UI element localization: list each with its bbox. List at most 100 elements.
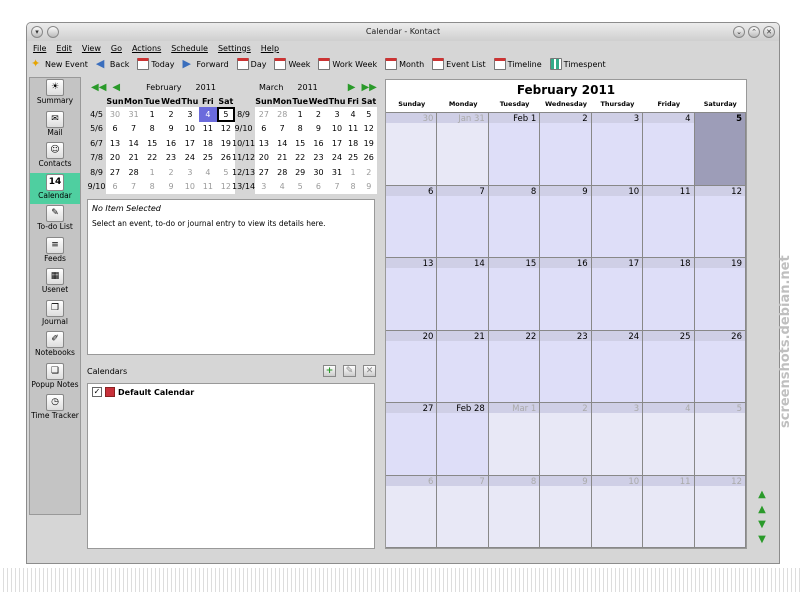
mini-day[interactable]: 20 — [106, 150, 124, 165]
week-number[interactable]: 8/9 — [87, 165, 106, 180]
sidebar-item-to-do-list[interactable]: ✎ To-do List — [30, 204, 80, 236]
month-day-cell[interactable]: 11 — [643, 185, 695, 258]
toolbar-back-button[interactable]: ◀ Back — [96, 58, 129, 70]
mini-day[interactable]: 7 — [124, 121, 144, 136]
mini-day[interactable]: 28 — [124, 165, 144, 180]
month-day-cell[interactable]: 10 — [591, 185, 644, 258]
mini-day[interactable]: 11 — [198, 121, 217, 136]
mini-day[interactable]: 23 — [308, 150, 329, 165]
menu-settings[interactable]: Settings — [218, 44, 251, 53]
menu-actions[interactable]: Actions — [132, 44, 161, 53]
week-number[interactable]: 6/7 — [87, 136, 106, 151]
month-day-cell[interactable]: 3 — [591, 403, 644, 476]
week-number[interactable]: 9/10 — [87, 180, 106, 195]
mini-day[interactable]: 13 — [255, 136, 273, 151]
mini-day[interactable]: 19 — [360, 136, 377, 151]
mini-day[interactable]: 5 — [291, 179, 309, 194]
month-day-cell[interactable]: 19 — [694, 258, 746, 331]
month-day-cell[interactable]: 6 — [386, 185, 438, 258]
mini-day[interactable]: 6 — [106, 121, 124, 136]
mini-day[interactable]: 28 — [272, 107, 292, 122]
mini-day[interactable]: 8 — [345, 179, 361, 194]
week-number[interactable]: 8/9 — [232, 107, 255, 122]
mini-day[interactable]: 17 — [180, 136, 199, 151]
mini-day[interactable]: 11 — [345, 121, 361, 136]
month-day-cell[interactable]: 7 — [437, 185, 489, 258]
mini-day[interactable]: 18 — [345, 136, 361, 151]
mini-day[interactable]: 1 — [143, 107, 162, 122]
month-day-cell[interactable]: 24 — [591, 330, 644, 403]
menu-view[interactable]: View — [82, 44, 101, 53]
mini-day[interactable]: 3 — [180, 165, 199, 180]
mini-day[interactable]: 2 — [360, 165, 377, 180]
mini-day[interactable]: 3 — [255, 179, 273, 194]
mini-day[interactable]: 6 — [308, 179, 329, 194]
mini-day[interactable]: 30 — [106, 107, 124, 122]
mini-day[interactable]: 27 — [255, 107, 273, 122]
mini-day[interactable]: 4 — [272, 179, 292, 194]
close-icon[interactable]: ✕ — [763, 26, 775, 38]
menu-help[interactable]: Help — [261, 44, 279, 53]
sidebar-item-notebooks[interactable]: ✐ Notebooks — [30, 330, 80, 362]
week-number[interactable]: 9/10 — [232, 122, 255, 137]
window-menu-icon[interactable]: ▾ — [31, 26, 43, 38]
next-month-icon[interactable]: ▶ — [348, 82, 356, 93]
month-day-cell[interactable]: 4 — [643, 113, 695, 186]
mini-day[interactable]: 9 — [161, 121, 181, 136]
sidebar-item-calendar[interactable]: 14 Calendar — [30, 172, 80, 204]
month-day-cell[interactable]: 4 — [643, 403, 695, 476]
mini-day[interactable]: 14 — [124, 136, 144, 151]
mini-day[interactable]: 8 — [143, 179, 162, 194]
mini-day[interactable]: 7 — [272, 121, 292, 136]
mini-day[interactable]: 15 — [291, 136, 309, 151]
sidebar-item-summary[interactable]: ☀ Summary — [30, 78, 80, 110]
mini-day[interactable]: 21 — [124, 150, 144, 165]
mini-day[interactable]: 25 — [198, 150, 217, 165]
month-day-cell[interactable]: 25 — [643, 330, 695, 403]
next-week-icon[interactable]: ▼ — [755, 519, 769, 530]
month-day-cell[interactable]: 26 — [694, 330, 746, 403]
month-day-cell[interactable]: 21 — [437, 330, 489, 403]
week-number[interactable]: 11/12 — [232, 151, 255, 166]
mini1-month[interactable]: February — [146, 83, 181, 92]
toolbar-new-event-button[interactable]: ✦ New Event — [31, 58, 88, 70]
mini-day[interactable]: 16 — [161, 136, 181, 151]
week-number[interactable]: 12/13 — [232, 165, 255, 180]
mini-day[interactable]: 7 — [124, 179, 144, 194]
menu-go[interactable]: Go — [111, 44, 122, 53]
toolbar-timespent-button[interactable]: Timespent — [549, 58, 606, 70]
month-day-cell[interactable]: Mar 1 — [488, 403, 541, 476]
toolbar-week-button[interactable]: Week — [274, 58, 310, 70]
month-day-cell[interactable]: 8 — [488, 185, 541, 258]
toolbar-month-button[interactable]: Month — [385, 58, 424, 70]
mini-day[interactable]: 27 — [255, 165, 273, 180]
month-day-cell[interactable]: 22 — [488, 330, 541, 403]
week-number[interactable]: 10/11 — [232, 136, 255, 151]
mini-day[interactable]: 11 — [198, 179, 217, 194]
sidebar-item-popup-notes[interactable]: ❏ Popup Notes — [30, 362, 80, 394]
prev-week-icon[interactable]: ▲ — [755, 504, 769, 515]
menu-edit[interactable]: Edit — [56, 44, 72, 53]
minimize-icon[interactable]: ⌄ — [733, 26, 745, 38]
week-number[interactable]: 7/8 — [87, 151, 106, 166]
month-day-cell[interactable]: 12 — [694, 475, 746, 548]
month-day-cell[interactable]: 5 — [694, 403, 746, 476]
month-day-cell[interactable]: 2 — [540, 113, 592, 186]
month-day-cell[interactable]: 17 — [591, 258, 644, 331]
toolbar-forward-button[interactable]: ▶ Forward — [182, 58, 228, 70]
maximize-icon[interactable]: ⌃ — [748, 26, 760, 38]
menu-schedule[interactable]: Schedule — [171, 44, 208, 53]
mini-day[interactable]: 4 — [345, 107, 361, 122]
mini-day[interactable]: 6 — [106, 179, 124, 194]
mini-day[interactable]: 10 — [328, 121, 346, 136]
remove-calendar-button[interactable]: ✕ — [363, 365, 376, 377]
mini-day[interactable]: 1 — [345, 165, 361, 180]
week-number[interactable]: 4/5 — [87, 107, 106, 122]
mini-day[interactable]: 27 — [106, 165, 124, 180]
month-day-cell[interactable]: Feb 1 — [488, 113, 541, 186]
mini-day[interactable]: 25 — [345, 150, 361, 165]
mini-day[interactable]: 10 — [180, 179, 199, 194]
month-day-cell[interactable]: 30 — [386, 113, 438, 186]
next-months-icon[interactable]: ▼ — [755, 534, 769, 545]
edit-calendar-button[interactable]: ✎ — [343, 365, 356, 377]
